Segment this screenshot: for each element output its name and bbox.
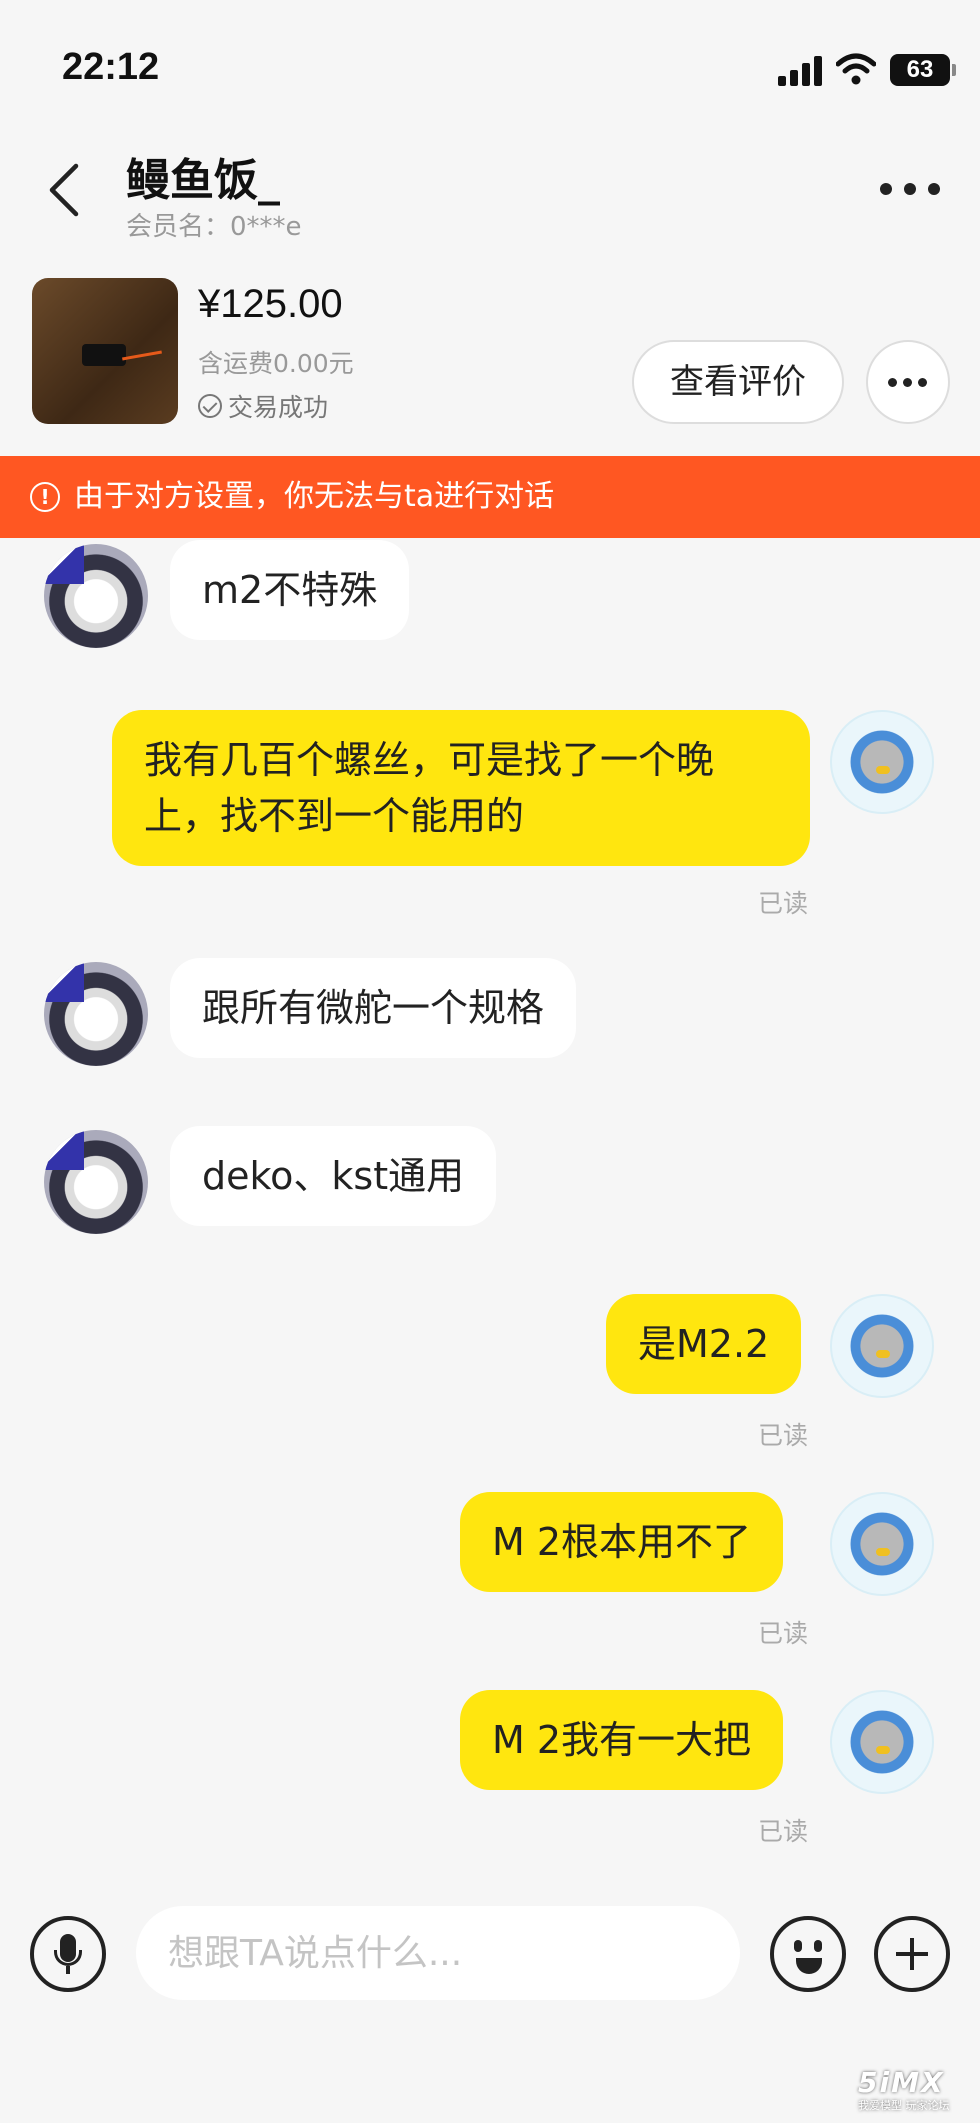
- microphone-icon[interactable]: [30, 1916, 106, 1992]
- my-avatar[interactable]: [830, 1294, 934, 1398]
- notice-text: 由于对方设置，你无法与ta进行对话: [74, 479, 555, 514]
- emoji-eye-right: [814, 1940, 822, 1952]
- my-avatar[interactable]: [830, 1492, 934, 1596]
- deal-status: 交易成功: [198, 388, 328, 424]
- shipping-fee: 含运费0.00元: [198, 349, 354, 378]
- message-bubble[interactable]: m2不特殊: [170, 540, 410, 640]
- cellular-signal-icon: [778, 56, 822, 86]
- read-receipt: 已读: [758, 1817, 809, 1846]
- servo-wire: [122, 350, 162, 361]
- contact-avatar[interactable]: [44, 962, 148, 1066]
- plus-icon[interactable]: [874, 1916, 950, 1992]
- read-receipt: 已读: [758, 1421, 809, 1450]
- message-input[interactable]: [136, 1906, 740, 2000]
- status-time: 22:12: [62, 46, 160, 88]
- my-avatar[interactable]: [830, 1690, 934, 1794]
- input-bar: [0, 1880, 980, 2030]
- mic-stand: [54, 1950, 82, 1966]
- watermark-subtitle: 我爱模型 玩家论坛: [858, 2099, 950, 2112]
- product-thumbnail[interactable]: [32, 278, 178, 424]
- warning-icon: !: [30, 482, 60, 512]
- deal-status-text: 交易成功: [228, 393, 329, 422]
- back-arrow-icon[interactable]: [44, 160, 84, 220]
- message-bubble[interactable]: 我有几百个螺丝，可是找了一个晚上，找不到一个能用的: [112, 710, 810, 866]
- view-review-button[interactable]: 查看评价: [632, 340, 844, 424]
- check-circle-icon: [198, 394, 222, 418]
- mic-base: [66, 1966, 70, 1974]
- message-bubble[interactable]: 是M2.2: [606, 1294, 802, 1394]
- product-more-button[interactable]: [866, 340, 950, 424]
- wifi-icon: [836, 53, 876, 85]
- member-name: 会员名：0***e: [126, 212, 302, 242]
- my-avatar[interactable]: [830, 710, 934, 814]
- message-bubble[interactable]: M 2我有一大把: [460, 1690, 784, 1790]
- read-receipt: 已读: [758, 1619, 809, 1648]
- read-receipt: 已读: [758, 889, 809, 918]
- status-bar: 22:12 63: [0, 0, 980, 120]
- contact-avatar[interactable]: [44, 544, 148, 648]
- watermark-logo: 5iMX: [858, 2066, 945, 2099]
- watermark: 5iMX 我爱模型 玩家论坛: [858, 2068, 974, 2120]
- notice-banner: ! 由于对方设置，你无法与ta进行对话: [0, 456, 980, 538]
- product-price: ¥125.00: [198, 282, 343, 326]
- message-list[interactable]: m2不特殊 我有几百个螺丝，可是找了一个晚上，找不到一个能用的 已读 跟所有微舵…: [0, 538, 980, 1878]
- product-card[interactable]: ¥125.00 含运费0.00元 交易成功 查看评价: [0, 262, 980, 452]
- emoji-mouth: [796, 1958, 822, 1974]
- message-bubble[interactable]: 跟所有微舵一个规格: [170, 958, 577, 1058]
- chat-header: 鳗鱼饭_ 会员名：0***e: [0, 130, 980, 250]
- emoji-icon[interactable]: [770, 1916, 846, 1992]
- more-options-icon[interactable]: [880, 180, 940, 200]
- contact-name: 鳗鱼饭_: [126, 155, 280, 206]
- servo-image: [82, 344, 126, 366]
- contact-avatar[interactable]: [44, 1130, 148, 1234]
- battery-icon: 63: [890, 54, 956, 86]
- message-bubble[interactable]: deko、kst通用: [170, 1126, 497, 1226]
- message-bubble[interactable]: M 2根本用不了: [460, 1492, 784, 1592]
- emoji-eye-left: [794, 1940, 802, 1952]
